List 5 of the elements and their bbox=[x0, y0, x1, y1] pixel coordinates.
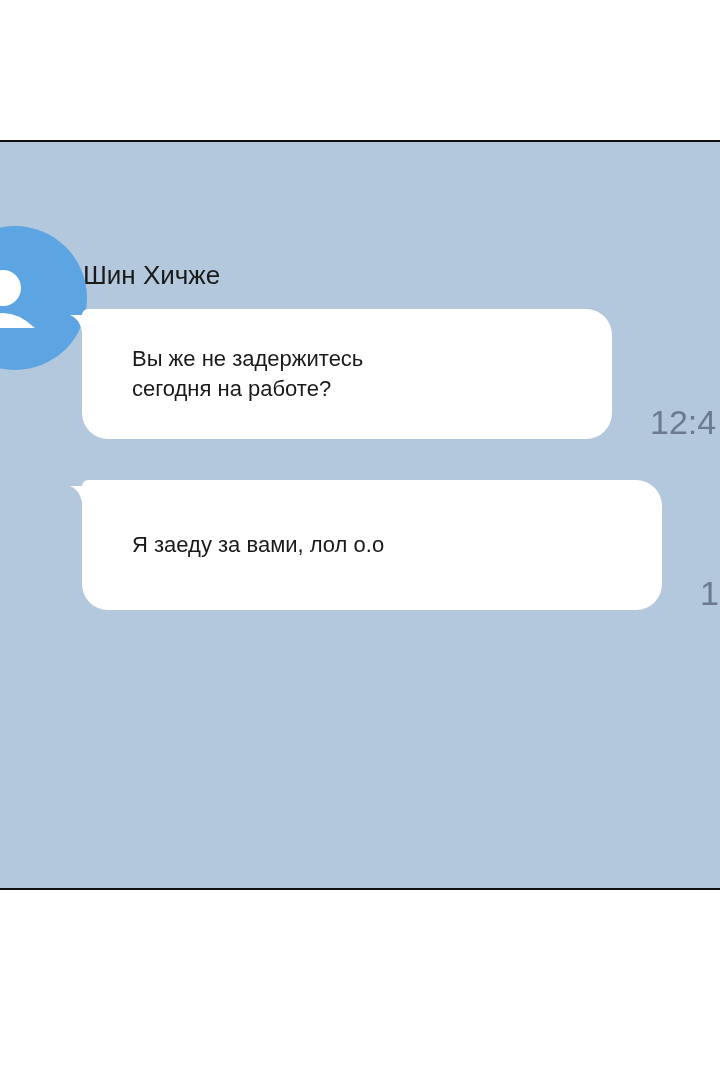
contact-name: Шин Хичже bbox=[83, 259, 222, 292]
message-text: Вы же не задержитесь сегодня на работе? bbox=[132, 345, 365, 403]
message-time: 12:4 bbox=[650, 405, 717, 439]
message-time: 1 bbox=[700, 576, 719, 610]
message-text: Я заеду за вами, лол о.о bbox=[132, 531, 385, 559]
